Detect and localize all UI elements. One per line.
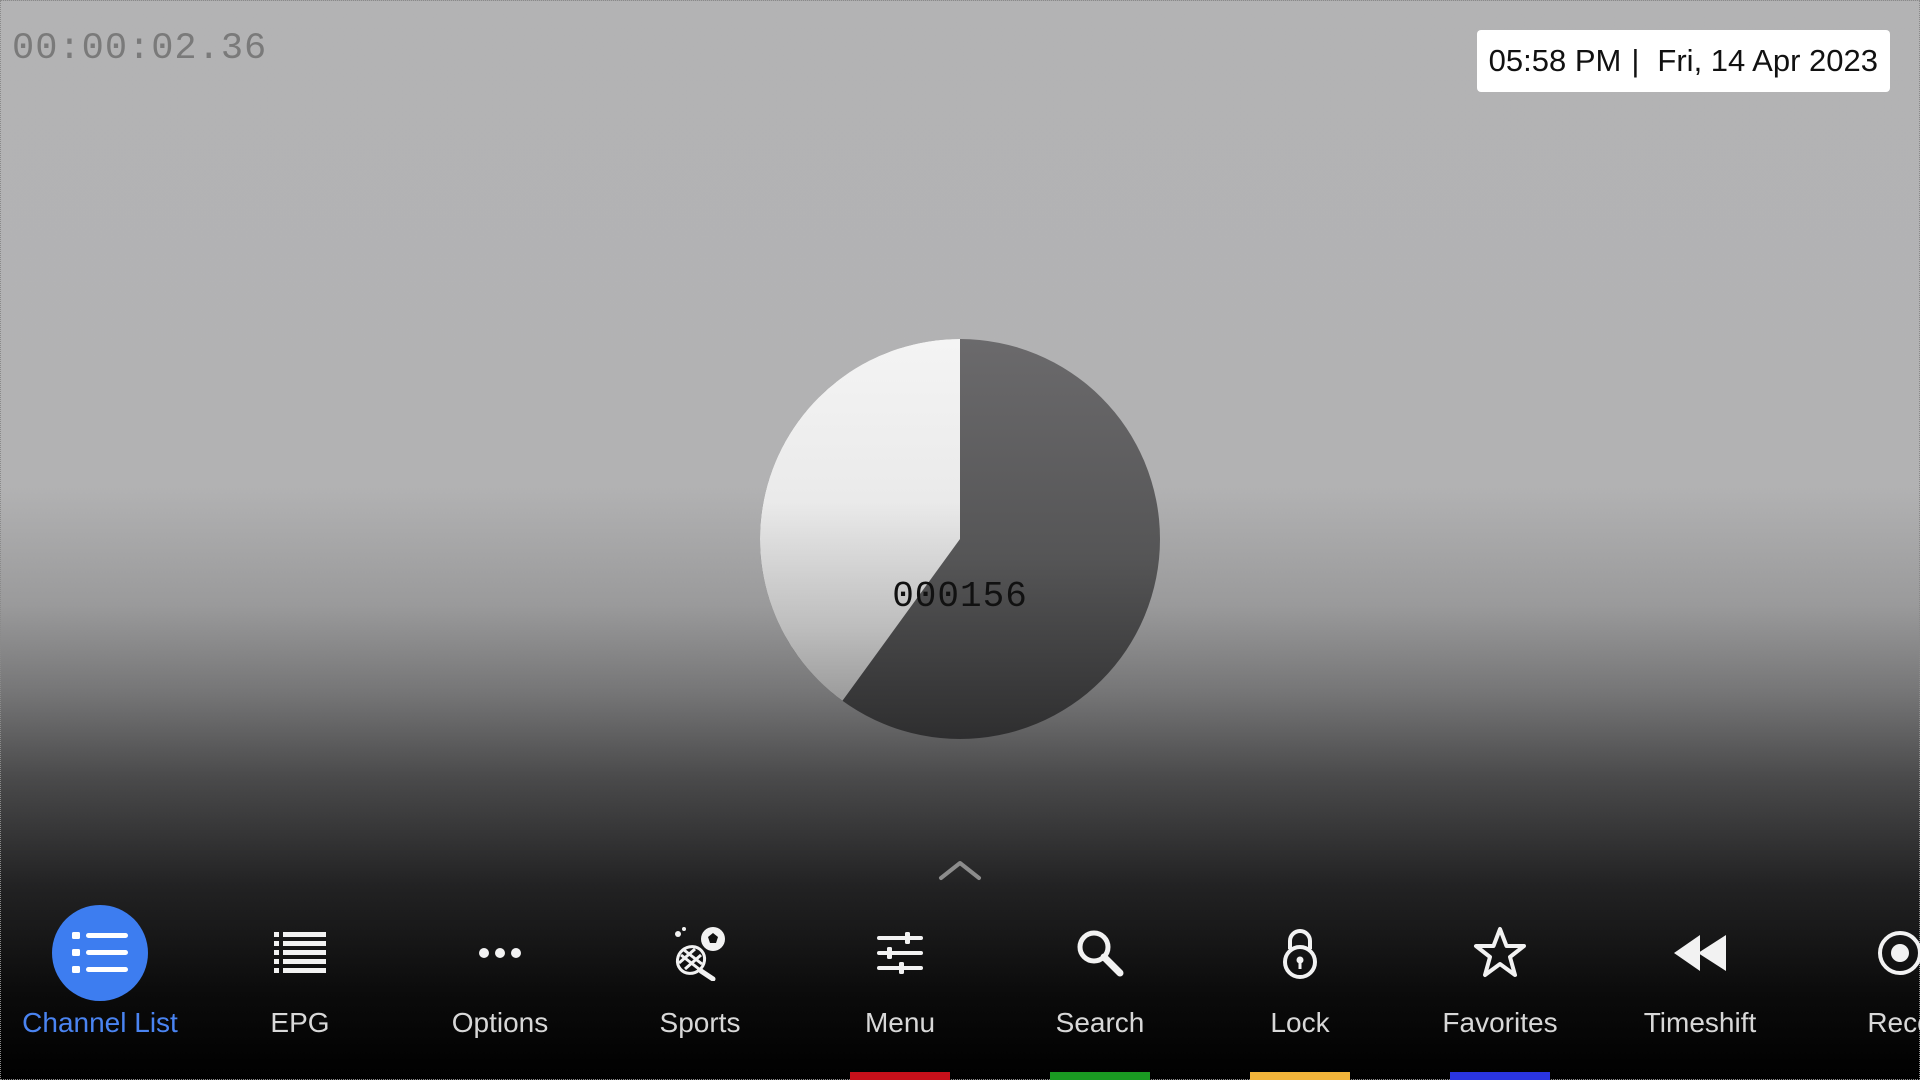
test-pattern-pie: 000156: [759, 338, 1161, 740]
toolbar-item-sports[interactable]: Sports: [600, 905, 800, 1075]
list-icon: [52, 905, 148, 1001]
toolbar-item-label: Search: [1055, 1007, 1145, 1038]
clock-badge: 05:58 PM | Fri, 14 Apr 2023: [1476, 30, 1890, 92]
playback-timecode: 00:00:02.36: [12, 28, 268, 70]
toolbar-item-epg[interactable]: EPG: [200, 905, 400, 1075]
toolbar-item-options[interactable]: Options: [400, 905, 600, 1075]
toolbar-item-label: Sports: [659, 1007, 741, 1038]
toolbar-item-timeshift[interactable]: Timeshift: [1600, 905, 1800, 1075]
search-icon: [1052, 905, 1148, 1001]
color-key-red: [850, 1072, 950, 1080]
toolbar-item-favorites[interactable]: Favorites: [1400, 905, 1600, 1075]
toolbar-item-record[interactable]: Reco: [1800, 905, 1920, 1075]
more-dots-icon: [452, 905, 548, 1001]
color-key-blue: [1450, 1072, 1550, 1080]
toolbar-item-search[interactable]: Search: [1000, 905, 1200, 1075]
chevron-up-icon[interactable]: [937, 858, 983, 882]
sports-icon: [652, 905, 748, 1001]
toolbar-item-label: Reco: [1867, 1007, 1920, 1038]
clock-time: 05:58 PM: [1488, 43, 1622, 78]
sliders-icon: [852, 905, 948, 1001]
bottom-toolbar: Channel List EPG Options Sports Menu Sea…: [0, 905, 1920, 1080]
lock-icon: [1252, 905, 1348, 1001]
color-key-green: [1050, 1072, 1150, 1080]
record-icon: [1852, 905, 1920, 1001]
toolbar-item-label: Favorites: [1442, 1007, 1558, 1038]
toolbar-item-menu[interactable]: Menu: [800, 905, 1000, 1075]
toolbar-item-label: EPG: [270, 1007, 330, 1038]
test-pattern-pie-graphic: [760, 339, 1160, 739]
star-icon: [1452, 905, 1548, 1001]
toolbar-item-label: Menu: [864, 1007, 936, 1038]
clock-separator: |: [1631, 43, 1640, 78]
rewind-icon: [1652, 905, 1748, 1001]
toolbar-item-label: Lock: [1270, 1007, 1330, 1038]
toolbar-item-lock[interactable]: Lock: [1200, 905, 1400, 1075]
color-key-yellow: [1250, 1072, 1350, 1080]
toolbar-item-label: Options: [451, 1007, 549, 1038]
frame-counter: 000156: [892, 576, 1028, 617]
toolbar-item-label: Timeshift: [1643, 1007, 1757, 1038]
toolbar-item-channel-list[interactable]: Channel List: [0, 905, 200, 1075]
toolbar-item-label: Channel List: [22, 1007, 178, 1038]
guide-list-icon: [252, 905, 348, 1001]
clock-date: Fri, 14 Apr 2023: [1657, 43, 1878, 78]
